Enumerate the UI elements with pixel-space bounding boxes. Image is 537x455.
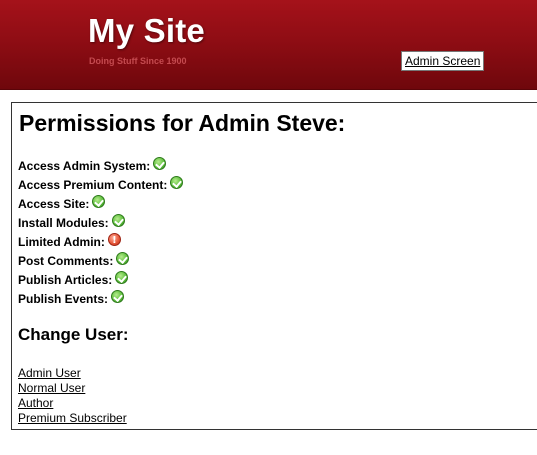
permission-label: Limited Admin: (18, 235, 105, 249)
check-icon (153, 157, 167, 170)
permission-list: Access Admin System: Access Premium Cont… (18, 157, 184, 309)
admin-user-link[interactable]: Admin User (18, 366, 127, 381)
permission-label: Publish Articles: (18, 273, 113, 287)
main-panel: Permissions for Admin Steve: Access Admi… (11, 102, 537, 430)
admin-screen-link[interactable]: Admin Screen (401, 51, 485, 71)
permission-label: Access Site: (18, 197, 90, 211)
check-icon (116, 252, 130, 265)
permission-item: Install Modules: (18, 214, 183, 233)
permission-label: Install Modules: (18, 216, 109, 230)
author-link[interactable]: Author (18, 396, 127, 411)
permission-item: Access Admin System: (18, 157, 183, 176)
permission-item: Access Site: (18, 195, 183, 214)
exclamation-icon (107, 231, 121, 250)
check-icon (115, 271, 129, 284)
check-icon (111, 290, 125, 303)
check-icon (111, 214, 125, 227)
site-title[interactable]: My Site (88, 12, 205, 50)
permission-label: Access Premium Content: (18, 178, 168, 192)
permission-item: Access Premium Content: (18, 176, 184, 195)
premium-subscriber-link[interactable]: Premium Subscriber (18, 411, 127, 426)
check-icon (170, 176, 184, 189)
permission-label: Publish Events: (18, 292, 109, 306)
normal-user-link[interactable]: Normal User (18, 381, 127, 396)
permission-item: Publish Events: (18, 290, 183, 309)
change-user-links: Admin User Normal User Author Premium Su… (18, 366, 127, 426)
permission-item: Publish Articles: (18, 271, 183, 290)
page-title: Permissions for Admin Steve: (19, 110, 346, 136)
permission-item: Post Comments: (18, 252, 183, 271)
permission-label: Access Admin System: (18, 159, 151, 173)
site-tagline: Doing Stuff Since 1900 (89, 56, 187, 66)
permission-label: Post Comments: (18, 254, 114, 268)
permission-item: Limited Admin: (18, 231, 183, 252)
change-user-heading: Change User: (18, 325, 129, 344)
check-icon (92, 195, 106, 208)
site-header: My Site Doing Stuff Since 1900 Admin Scr… (0, 0, 537, 90)
